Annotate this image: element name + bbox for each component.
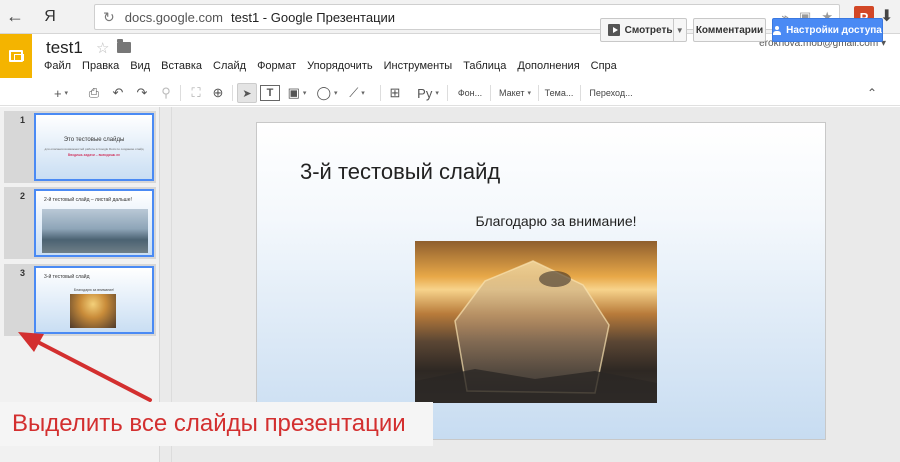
- present-button[interactable]: Смотреть ▼: [600, 18, 687, 42]
- redo-icon[interactable]: ↷: [132, 83, 152, 103]
- ice-photo: [70, 294, 116, 328]
- comment-add-icon[interactable]: ⊞: [385, 83, 405, 103]
- url-domain: docs.google.com: [124, 9, 224, 25]
- share-button[interactable]: Настройки доступа: [772, 18, 883, 42]
- select-cursor-icon[interactable]: ➤: [237, 83, 257, 103]
- current-slide[interactable]: 3-й тестовый слайд Благодарю за внимание…: [256, 122, 826, 440]
- toolbar-divider: [380, 85, 381, 101]
- back-arrow-icon[interactable]: ←: [0, 2, 30, 32]
- image-icon[interactable]: ▣ ▾: [284, 83, 310, 103]
- url-page-title: test1 - Google Презентации: [231, 9, 396, 25]
- folder-icon[interactable]: [117, 39, 131, 53]
- slide-thumbnail-row[interactable]: 1 Это тестовые слайды для описания возмо…: [4, 111, 156, 183]
- refresh-icon[interactable]: ↻: [103, 9, 115, 26]
- toolbar-divider: [447, 85, 448, 101]
- paint-format-icon[interactable]: ⚲: [156, 83, 176, 103]
- toolbar-divider: [232, 85, 233, 101]
- transition-button[interactable]: Переход...: [584, 83, 638, 103]
- menu-arrange[interactable]: Упорядочить: [307, 60, 372, 72]
- sea-photo: [42, 209, 148, 253]
- person-icon: [773, 25, 782, 35]
- yandex-button[interactable]: Я: [30, 8, 70, 26]
- slides-logo-icon[interactable]: [0, 34, 32, 78]
- slide-number: 2: [20, 191, 26, 201]
- ice-photo[interactable]: [415, 241, 657, 403]
- thumbnail-title: Это тестовые слайды: [63, 137, 125, 143]
- star-icon[interactable]: ☆: [96, 39, 109, 57]
- annotation-callout: Выделить все слайды презентации: [0, 402, 433, 446]
- slide-thumbnail-row[interactable]: 3 3-й тестовый слайд Благодарю за вниман…: [4, 264, 156, 336]
- menu-insert[interactable]: Вставка: [161, 60, 202, 72]
- toolbar: + ▾ ⎙ ↶ ↷ ⚲ ⛶ ⊕ ➤ T ▣ ▾ ◯ ▾ ⟋ ▾ ⊞ Ру ▾ Фон...…: [0, 80, 900, 106]
- slide-title[interactable]: 3-й тестовый слайд: [300, 159, 500, 185]
- present-label: Смотреть: [624, 24, 673, 36]
- menu-help[interactable]: Спра: [591, 60, 617, 72]
- menu-file[interactable]: Файл: [44, 60, 71, 72]
- thumbnail-subtitle: Благодарю за внимание!: [73, 288, 115, 292]
- print-icon[interactable]: ⎙: [84, 83, 104, 103]
- ice-block-graphic: [415, 260, 657, 403]
- undo-icon[interactable]: ↶: [108, 83, 128, 103]
- slide-thumbnail[interactable]: 3-й тестовый слайд Благодарю за внимание…: [34, 266, 154, 334]
- menu-bar: Файл Правка Вид Вставка Слайд Формат Упо…: [44, 60, 617, 72]
- thumbnail-subtitle: для описания возможностей работы в Googl…: [44, 147, 144, 151]
- play-icon: [608, 24, 620, 36]
- thumbnail-title: 2-й тестовый слайд – листай дальше!: [44, 197, 132, 203]
- collapse-chevron-icon[interactable]: ⌃: [862, 83, 882, 103]
- line-icon[interactable]: ⟋ ▾: [344, 83, 370, 103]
- toolbar-divider: [538, 85, 539, 101]
- thumbnail-link: Вводишь задачи – выводишь их: [67, 153, 121, 157]
- slide-number: 1: [20, 115, 26, 125]
- layout-button[interactable]: Макет ▾: [494, 83, 536, 103]
- menu-view[interactable]: Вид: [130, 60, 150, 72]
- slide-thumbnail[interactable]: Это тестовые слайды для описания возможн…: [34, 113, 154, 181]
- thumbnail-title: 3-й тестовый слайд: [44, 274, 90, 280]
- slide-number: 3: [20, 268, 26, 278]
- slide-thumbnail-row[interactable]: 2 2-й тестовый слайд – листай дальше!: [4, 187, 156, 259]
- theme-button[interactable]: Тема...: [542, 83, 576, 103]
- comments-button[interactable]: Комментарии: [693, 18, 766, 42]
- slide-text[interactable]: Благодарю за внимание!: [257, 213, 825, 229]
- toolbar-divider: [490, 85, 491, 101]
- menu-slide[interactable]: Слайд: [213, 60, 246, 72]
- menu-format[interactable]: Формат: [257, 60, 296, 72]
- input-tools-button[interactable]: Ру ▾: [414, 83, 442, 103]
- menu-table[interactable]: Таблица: [463, 60, 506, 72]
- annotation-text: Выделить все слайды презентации: [12, 410, 406, 437]
- toolbar-divider: [580, 85, 581, 101]
- menu-tools[interactable]: Инструменты: [384, 60, 453, 72]
- toolbar-divider: [180, 85, 181, 101]
- slide-thumbnail[interactable]: 2-й тестовый слайд – листай дальше!: [34, 189, 154, 257]
- new-slide-button[interactable]: + ▾: [48, 83, 74, 103]
- shape-icon[interactable]: ◯ ▾: [314, 83, 340, 103]
- document-title[interactable]: test1: [46, 38, 83, 58]
- menu-edit[interactable]: Правка: [82, 60, 119, 72]
- background-button[interactable]: Фон...: [452, 83, 488, 103]
- share-label: Настройки доступа: [786, 24, 882, 36]
- present-dropdown-caret[interactable]: ▼: [672, 19, 687, 41]
- zoom-icon[interactable]: ⊕: [208, 83, 228, 103]
- fit-icon[interactable]: ⛶: [186, 83, 206, 103]
- menu-addons[interactable]: Дополнения: [517, 60, 579, 72]
- text-box-icon[interactable]: T: [260, 85, 280, 101]
